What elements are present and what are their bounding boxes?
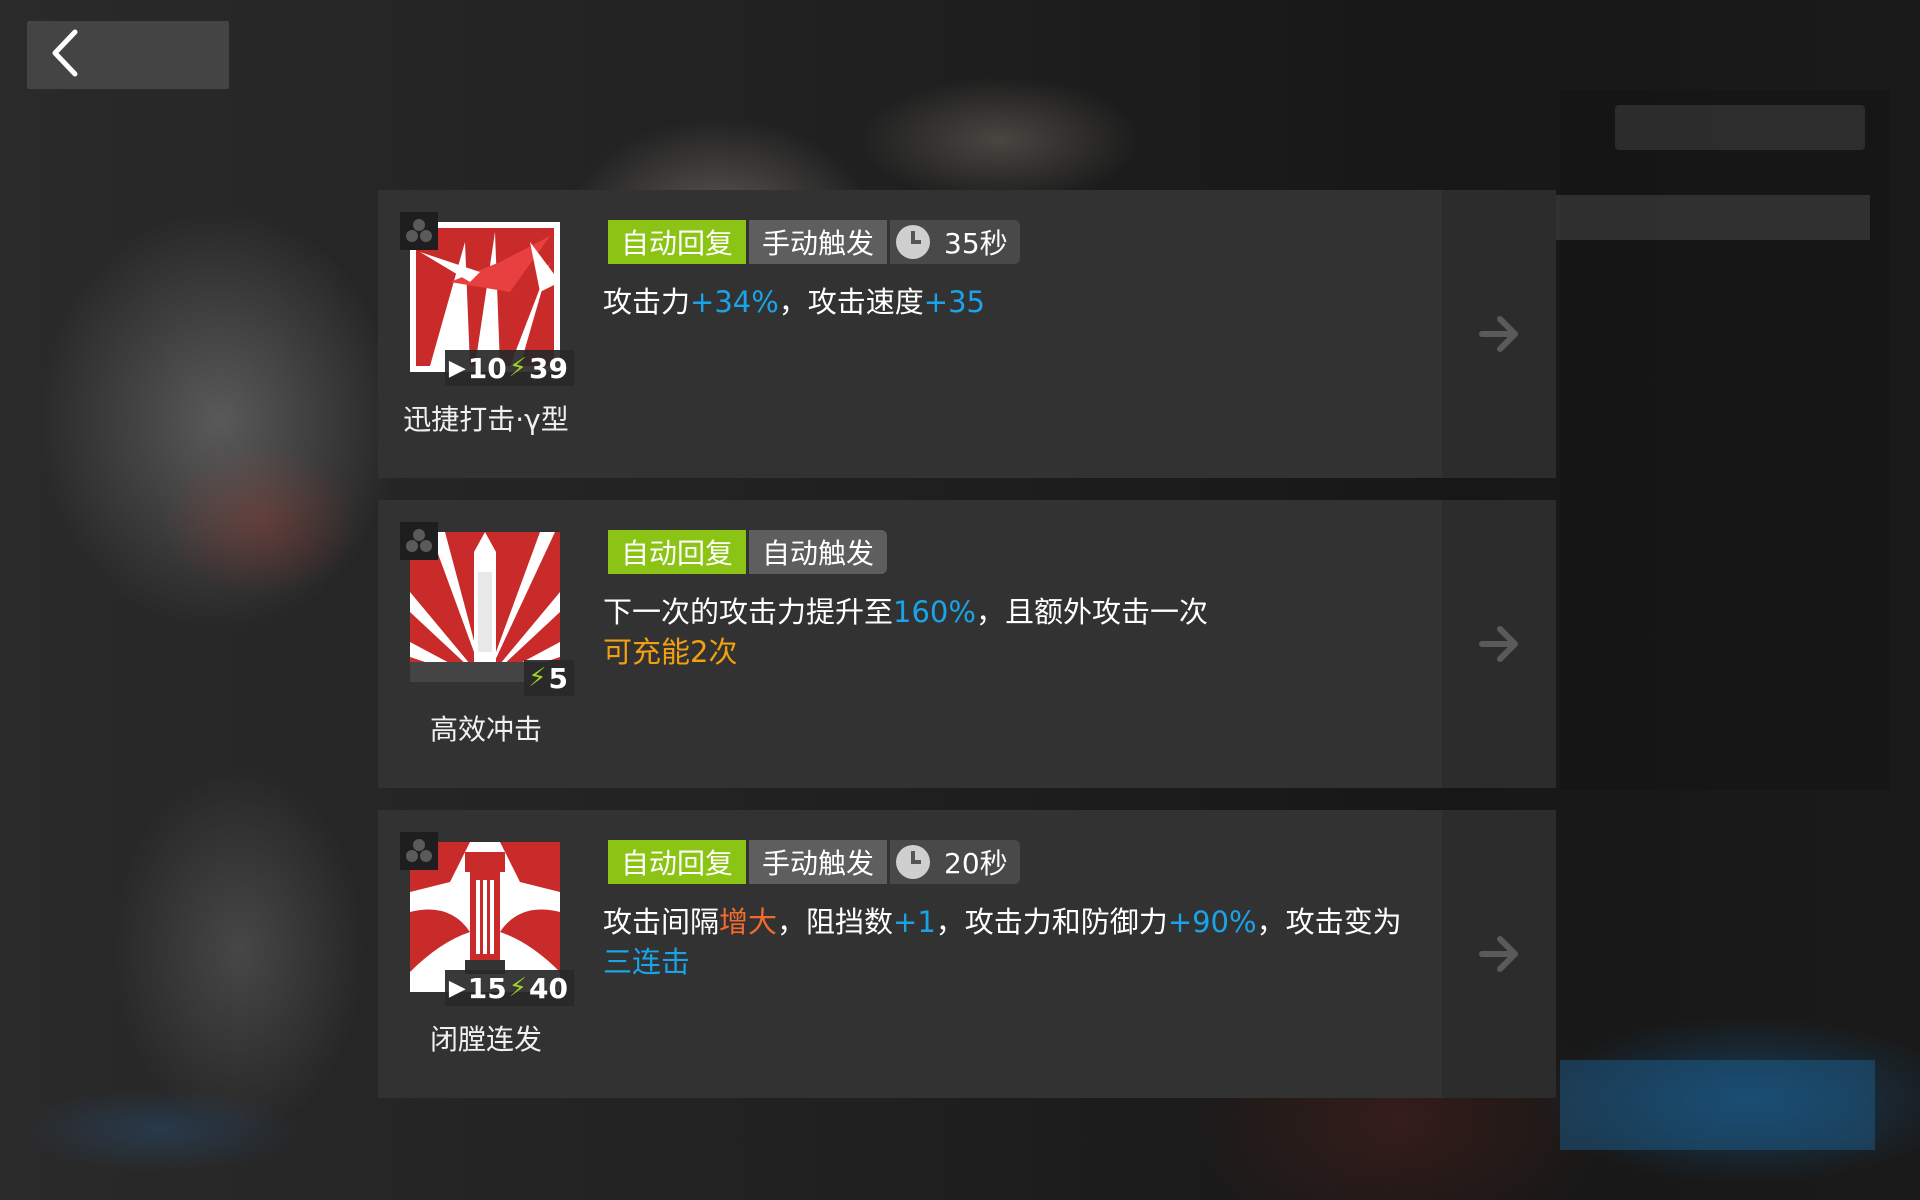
skill-icon-wrap: ⚡ 5 — [400, 522, 574, 696]
skill-description: 下一次的攻击力提升至160%，且额外攻击一次可充能2次 — [603, 592, 1423, 672]
sp-cost-value: 39 — [529, 351, 568, 385]
skill-description: 攻击力+34%，攻击速度+35 — [603, 282, 1423, 322]
sp-cost-badge: ⚡ 5 — [524, 660, 574, 696]
tag-trigger: 自动触发 — [749, 530, 888, 574]
skill-name: 高效冲击 — [429, 713, 542, 746]
skill-icon-wrap: ▶ 10 ⚡ 39 — [400, 212, 574, 386]
background-panel-title — [1615, 105, 1865, 150]
initial-sp-value: 15 — [467, 971, 507, 1005]
desc-text: ，攻击力和防御力 — [935, 905, 1168, 939]
clock-icon — [896, 225, 931, 259]
duration-value: 20秒 — [944, 847, 1008, 880]
desc-value: +34% — [690, 285, 779, 319]
tag-trigger: 手动触发 — [749, 220, 888, 264]
tag-recovery: 自动回复 — [608, 530, 747, 574]
three-dots-icon — [400, 832, 438, 870]
play-triangle-icon: ▶ — [448, 975, 466, 1001]
skill-description: 攻击间隔增大，阻挡数+1，攻击力和防御力+90%，攻击变为三连击 — [603, 902, 1423, 982]
skill-tags: 自动回复 手动触发 20秒 — [608, 840, 1023, 884]
skill-tags: 自动回复 自动触发 — [608, 530, 890, 574]
tag-duration: 20秒 — [890, 840, 1020, 884]
three-dots-icon — [400, 212, 438, 250]
sp-cost-value: 40 — [529, 971, 568, 1005]
tag-trigger: 手动触发 — [749, 840, 888, 884]
skill-detail-button[interactable] — [1442, 500, 1556, 788]
clock-icon — [896, 845, 931, 879]
desc-text: ，攻击变为 — [1256, 905, 1402, 939]
arrow-right-icon — [1478, 314, 1520, 354]
skill-card[interactable]: ▶ 15 ⚡ 40 闭膛连发 自动回复 手动触发 20秒 攻击间隔增大，阻挡数+… — [378, 810, 1442, 1098]
lightning-icon: ⚡ — [508, 353, 528, 383]
tag-recovery: 自动回复 — [608, 840, 747, 884]
skill-detail-button[interactable] — [1442, 810, 1556, 1098]
sp-cost-value: 5 — [548, 661, 568, 695]
duration-value: 35秒 — [944, 227, 1008, 260]
tag-recovery: 自动回复 — [608, 220, 747, 264]
skill-card[interactable]: ▶ 10 ⚡ 39 迅捷打击·γ型 自动回复 手动触发 35秒 攻击力+34%，… — [378, 190, 1442, 478]
desc-value: 增大 — [719, 905, 778, 939]
skill-card[interactable]: ⚡ 5 高效冲击 自动回复 自动触发 下一次的攻击力提升至160%，且额外攻击一… — [378, 500, 1442, 788]
skill-row-3: ▶ 15 ⚡ 40 闭膛连发 自动回复 手动触发 20秒 攻击间隔增大，阻挡数+… — [378, 810, 1556, 1098]
desc-value: 160% — [893, 595, 976, 629]
desc-text: ，阻挡数 — [777, 905, 894, 939]
three-dots-icon — [400, 522, 438, 560]
background-confirm-button — [1560, 1060, 1875, 1150]
skill-name: 闭膛连发 — [429, 1023, 542, 1056]
desc-text: 下一次的攻击力提升至 — [603, 595, 894, 629]
chevron-left-icon — [27, 28, 79, 82]
arrow-right-icon — [1478, 624, 1520, 664]
skill-icon-wrap: ▶ 15 ⚡ 40 — [400, 832, 574, 1006]
desc-value: +90% — [1167, 905, 1257, 939]
arrow-right-icon — [1478, 934, 1520, 974]
desc-charge-note: 可充能2次 — [603, 635, 738, 669]
desc-text: 攻击力 — [603, 285, 691, 319]
desc-value: +1 — [893, 905, 936, 939]
lightning-icon: ⚡ — [508, 973, 528, 1003]
desc-value: 三连击 — [603, 945, 691, 979]
desc-text: ，且额外攻击一次 — [975, 595, 1208, 629]
initial-sp-value: 10 — [467, 351, 507, 385]
skill-tags: 自动回复 手动触发 35秒 — [608, 220, 1023, 264]
lightning-icon: ⚡ — [528, 663, 547, 693]
skill-row-2: ⚡ 5 高效冲击 自动回复 自动触发 下一次的攻击力提升至160%，且额外攻击一… — [378, 500, 1556, 788]
desc-text: ，攻击速度 — [778, 285, 924, 319]
desc-text: 攻击间隔 — [603, 905, 720, 939]
play-triangle-icon: ▶ — [448, 355, 466, 381]
skill-name: 迅捷打击·γ型 — [403, 403, 569, 436]
skill-detail-button[interactable] — [1442, 190, 1556, 478]
back-button[interactable] — [27, 21, 229, 89]
desc-value: +35 — [923, 285, 985, 319]
skill-row-1: ▶ 10 ⚡ 39 迅捷打击·γ型 自动回复 手动触发 35秒 攻击力+34%，… — [378, 190, 1556, 478]
sp-cost-badge: ▶ 15 ⚡ 40 — [444, 970, 574, 1006]
sp-cost-badge: ▶ 10 ⚡ 39 — [444, 350, 574, 386]
tag-duration: 35秒 — [890, 220, 1020, 264]
